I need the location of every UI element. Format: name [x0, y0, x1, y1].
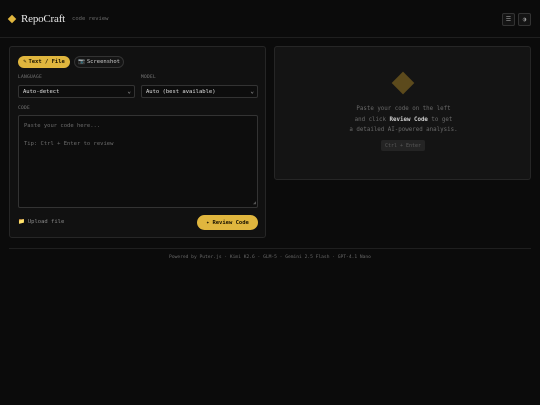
review-code-emphasis: Review Code — [389, 116, 428, 123]
chevron-down-icon: ⌄ — [250, 88, 254, 95]
menu-icon: ☰ — [505, 16, 512, 23]
resize-handle-icon[interactable]: ◢ — [253, 200, 256, 206]
app-header: RepoCraft code review ☰ ◑ — [0, 0, 540, 38]
placeholder-diamond-icon — [391, 71, 415, 95]
chevron-down-icon: ⌄ — [127, 88, 131, 95]
review-code-button[interactable]: ✦ Review Code — [197, 215, 258, 230]
footer-text: Powered by Puter.js · Kimi K2.6 · GLM-5 … — [169, 255, 371, 260]
tab-text-file[interactable]: ✎ Text / File — [18, 56, 70, 68]
theme-toggle-button[interactable]: ◑ — [518, 13, 531, 26]
brand-diamond-icon — [7, 14, 17, 24]
code-placeholder-line: Paste your code here... — [24, 123, 101, 129]
folder-icon: 📁 — [18, 219, 25, 225]
tab-screenshot[interactable]: 📷 Screenshot — [74, 56, 124, 68]
camera-icon: 📷 — [78, 59, 85, 65]
sparkle-icon: ✦ — [206, 219, 210, 226]
review-label: Review Code — [212, 219, 249, 226]
model-select[interactable]: Auto (best available) ⌄ — [141, 85, 258, 98]
input-panel: ✎ Text / File 📷 Screenshot LANGUAGE Auto… — [9, 46, 266, 238]
brand-name: RepoCraft — [21, 13, 66, 25]
upload-label: Upload file — [27, 219, 65, 225]
shortcut-badge: Ctrl + Enter — [381, 140, 425, 151]
pencil-icon: ✎ — [23, 59, 27, 65]
placeholder-message: Paste your code on the left and click Re… — [349, 106, 458, 133]
footer-divider — [9, 248, 531, 249]
upload-file-button[interactable]: 📁 Upload file — [18, 219, 64, 225]
language-label: LANGUAGE — [18, 75, 43, 80]
result-panel: Paste your code on the left and click Re… — [274, 46, 531, 180]
menu-button[interactable]: ☰ — [502, 13, 515, 26]
brand: RepoCraft code review — [7, 13, 109, 25]
code-input[interactable]: Paste your code here... Tip: Ctrl + Ente… — [18, 115, 258, 208]
code-label: CODE — [18, 106, 31, 111]
model-value: Auto (best available) — [146, 88, 216, 95]
theme-icon: ◑ — [522, 16, 527, 23]
brand-tagline: code review — [72, 16, 109, 22]
tab-label: Text / File — [28, 59, 65, 65]
code-tip-line: Tip: Ctrl + Enter to review — [24, 141, 114, 147]
tab-label: Screenshot — [86, 59, 120, 65]
model-label: MODEL — [141, 75, 157, 80]
language-value: Auto-detect — [23, 88, 60, 95]
language-select[interactable]: Auto-detect ⌄ — [18, 85, 135, 98]
